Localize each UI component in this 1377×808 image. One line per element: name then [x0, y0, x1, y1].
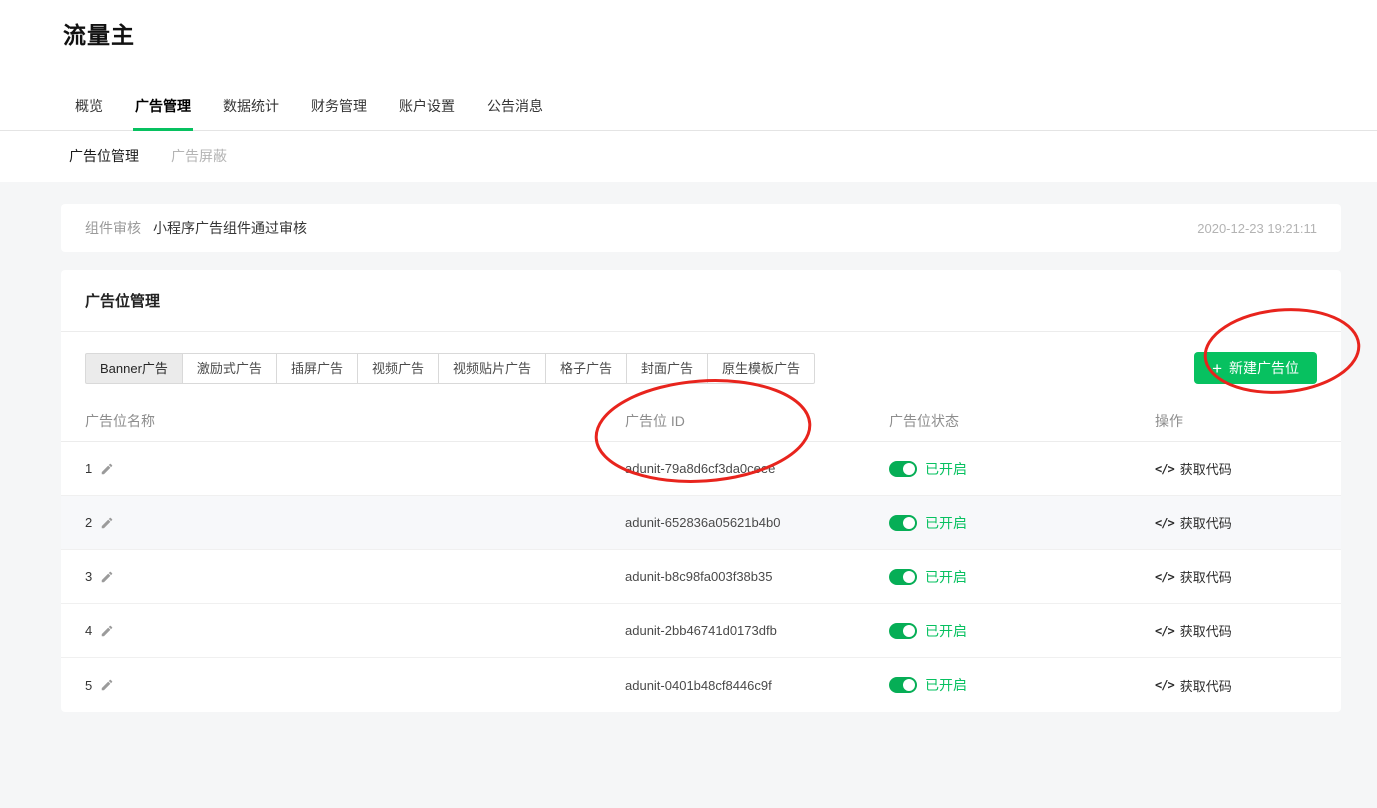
status-label: 已开启	[925, 513, 967, 533]
notice-timestamp: 2020-12-23 19:21:11	[1197, 221, 1317, 236]
ad-slot-id: adunit-b8c98fa003f38b35	[625, 569, 889, 584]
status-label: 已开启	[925, 621, 967, 641]
adtype-video[interactable]: 视频广告	[357, 353, 439, 384]
tab-ad-management[interactable]: 广告管理	[133, 96, 193, 130]
ad-slot-id: adunit-2bb46741d0173dfb	[625, 623, 889, 638]
status-toggle[interactable]	[889, 515, 917, 531]
get-code-label: 获取代码	[1180, 676, 1232, 695]
status-toggle[interactable]	[889, 461, 917, 477]
get-code-button[interactable]: </> 获取代码	[1155, 459, 1341, 478]
edit-icon[interactable]	[100, 678, 114, 692]
ad-slot-name: 1	[85, 461, 92, 476]
adtype-interstitial[interactable]: 插屏广告	[276, 353, 358, 384]
tab-finance[interactable]: 财务管理	[309, 96, 369, 130]
tab-account-settings[interactable]: 账户设置	[397, 96, 457, 130]
ad-slot-id: adunit-0401b48cf8446c9f	[625, 678, 889, 693]
status-toggle[interactable]	[889, 623, 917, 639]
ad-slot-name: 5	[85, 678, 92, 693]
page-header: 流量主 概览 广告管理 数据统计 财务管理 账户设置 公告消息 广告位管理 广告…	[0, 0, 1377, 182]
get-code-button[interactable]: </> 获取代码	[1155, 621, 1341, 640]
col-ad-slot-id: 广告位 ID	[625, 411, 889, 431]
panel-toolbar: Banner广告 激励式广告 插屏广告 视频广告 视频贴片广告 格子广告 封面广…	[61, 332, 1341, 400]
tab-announcements[interactable]: 公告消息	[485, 96, 545, 130]
table-row: 4 adunit-2bb46741d0173dfb 已开启 </> 获取代码	[61, 604, 1341, 658]
table-row: 2 adunit-652836a05621b4b0 已开启 </> 获取代码	[61, 496, 1341, 550]
plus-icon: +	[1212, 360, 1222, 377]
subtab-ad-blocking[interactable]: 广告屏蔽	[171, 146, 227, 166]
subtab-ad-slot-management[interactable]: 广告位管理	[69, 146, 139, 166]
get-code-button[interactable]: </> 获取代码	[1155, 567, 1341, 586]
table-row: 3 adunit-b8c98fa003f38b35 已开启 </> 获取代码	[61, 550, 1341, 604]
status-toggle[interactable]	[889, 569, 917, 585]
col-ad-slot-status: 广告位状态	[889, 411, 1155, 431]
table-row: 5 adunit-0401b48cf8446c9f 已开启 </> 获取代码	[61, 658, 1341, 712]
panel-title: 广告位管理	[61, 270, 1341, 332]
table-row: 1 adunit-79a8d6cf3da0ceee 已开启 </> 获取代码	[61, 442, 1341, 496]
adtype-video-patch[interactable]: 视频贴片广告	[438, 353, 546, 384]
get-code-label: 获取代码	[1180, 567, 1232, 586]
edit-icon[interactable]	[100, 624, 114, 638]
col-ad-slot-name: 广告位名称	[85, 411, 625, 431]
code-icon: </>	[1155, 570, 1174, 584]
ad-slot-name: 2	[85, 515, 92, 530]
status-label: 已开启	[925, 459, 967, 479]
tab-data-stats[interactable]: 数据统计	[221, 96, 281, 130]
edit-icon[interactable]	[100, 462, 114, 476]
code-icon: </>	[1155, 516, 1174, 530]
adtype-native-template[interactable]: 原生模板广告	[707, 353, 815, 384]
notice-message: 小程序广告组件通过审核	[153, 218, 307, 238]
get-code-label: 获取代码	[1180, 513, 1232, 532]
code-icon: </>	[1155, 678, 1174, 692]
get-code-button[interactable]: </> 获取代码	[1155, 676, 1341, 695]
notice-tag: 组件审核	[85, 218, 141, 238]
code-icon: </>	[1155, 462, 1174, 476]
status-toggle[interactable]	[889, 677, 917, 693]
code-icon: </>	[1155, 624, 1174, 638]
ad-slot-name: 4	[85, 623, 92, 638]
col-operation: 操作	[1155, 411, 1341, 431]
ad-type-filter: Banner广告 激励式广告 插屏广告 视频广告 视频贴片广告 格子广告 封面广…	[85, 353, 815, 384]
tab-overview[interactable]: 概览	[73, 96, 105, 130]
content-area: 组件审核 小程序广告组件通过审核 2020-12-23 19:21:11 广告位…	[0, 182, 1377, 808]
new-ad-slot-label: 新建广告位	[1229, 358, 1299, 378]
adtype-rewarded[interactable]: 激励式广告	[182, 353, 277, 384]
adtype-grid[interactable]: 格子广告	[545, 353, 627, 384]
ad-slot-id: adunit-79a8d6cf3da0ceee	[625, 461, 889, 476]
status-label: 已开启	[925, 675, 967, 695]
edit-icon[interactable]	[100, 516, 114, 530]
main-tabs: 概览 广告管理 数据统计 财务管理 账户设置 公告消息	[0, 96, 1377, 131]
get-code-button[interactable]: </> 获取代码	[1155, 513, 1341, 532]
get-code-label: 获取代码	[1180, 459, 1232, 478]
get-code-label: 获取代码	[1180, 621, 1232, 640]
adtype-banner[interactable]: Banner广告	[85, 353, 183, 384]
notice-card: 组件审核 小程序广告组件通过审核 2020-12-23 19:21:11	[61, 204, 1341, 252]
ad-slot-panel: 广告位管理 Banner广告 激励式广告 插屏广告 视频广告 视频贴片广告 格子…	[61, 270, 1341, 712]
status-label: 已开启	[925, 567, 967, 587]
page-title: 流量主	[0, 0, 1377, 50]
ad-slot-name: 3	[85, 569, 92, 584]
new-ad-slot-button[interactable]: + 新建广告位	[1194, 352, 1317, 384]
adtype-cover[interactable]: 封面广告	[626, 353, 708, 384]
edit-icon[interactable]	[100, 570, 114, 584]
ad-slot-id: adunit-652836a05621b4b0	[625, 515, 889, 530]
table-header: 广告位名称 广告位 ID 广告位状态 操作	[61, 400, 1341, 442]
sub-tabs: 广告位管理 广告屏蔽	[0, 131, 1377, 182]
